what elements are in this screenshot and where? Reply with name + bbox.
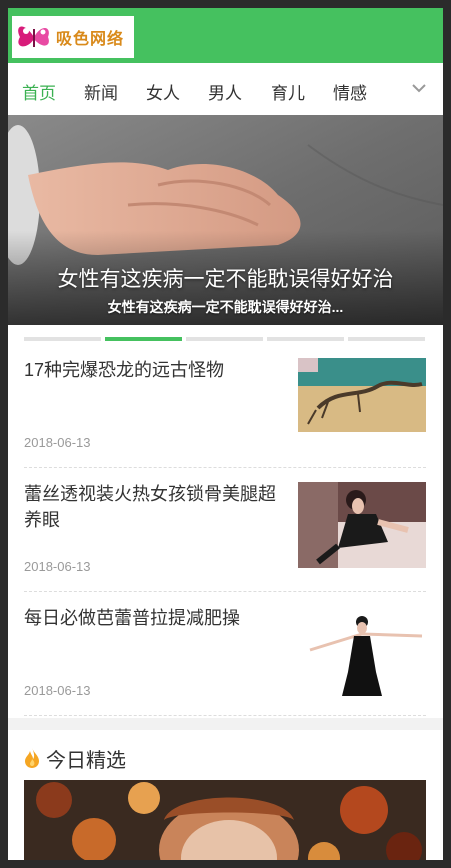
slide-dot[interactable] bbox=[267, 337, 344, 341]
slide-dot[interactable] bbox=[348, 337, 425, 341]
flame-icon bbox=[25, 748, 39, 768]
nav-item-emotion[interactable]: 情感 bbox=[333, 79, 367, 104]
hero-subtitle: 女性有这疾病一定不能耽误得好好治... bbox=[107, 299, 344, 315]
article-thumbnail[interactable] bbox=[298, 606, 426, 698]
butterfly-icon bbox=[18, 26, 49, 47]
article-title[interactable]: 17种完爆恐龙的远古怪物 bbox=[24, 357, 286, 383]
article-date: 2018-06-13 bbox=[24, 435, 91, 450]
article-date: 2018-06-13 bbox=[24, 683, 91, 698]
slide-dot[interactable] bbox=[186, 337, 263, 341]
article-title[interactable]: 每日必做芭蕾普拉提减肥操 bbox=[24, 605, 286, 631]
article-title[interactable]: 蕾丝透视装火热女孩锁骨美腿超养眼 bbox=[24, 481, 286, 533]
category-nav: 首页 新闻 女人 男人 育儿 情感 bbox=[8, 63, 443, 116]
section-divider bbox=[8, 718, 443, 730]
nav-item-women[interactable]: 女人 bbox=[146, 79, 180, 104]
hero-title: 女性有这疾病一定不能耽误得好好治 bbox=[57, 268, 394, 291]
logo-text: 吸色网络 bbox=[56, 29, 125, 48]
app-screen: 吸色网络 首页 新闻 女人 男人 育儿 情感 女性有这疾病一定不能耽误得好好治 … bbox=[8, 8, 443, 860]
article-thumbnail[interactable] bbox=[298, 482, 426, 568]
hero-image bbox=[8, 115, 443, 325]
featured-header: 今日精选 bbox=[24, 744, 126, 772]
slide-indicators bbox=[24, 337, 427, 342]
nav-item-parenting[interactable]: 育儿 bbox=[271, 79, 305, 104]
slide-dot[interactable] bbox=[24, 337, 101, 341]
top-header: 吸色网络 bbox=[8, 8, 443, 63]
nav-item-home[interactable]: 首页 bbox=[22, 79, 56, 104]
chevron-down-icon[interactable] bbox=[411, 80, 427, 96]
hero-banner[interactable]: 女性有这疾病一定不能耽误得好好治 女性有这疾病一定不能耽误得好好治... bbox=[8, 115, 443, 325]
nav-item-news[interactable]: 新闻 bbox=[84, 79, 118, 104]
slide-dot-active[interactable] bbox=[105, 337, 182, 341]
article-date: 2018-06-13 bbox=[24, 559, 91, 574]
article-thumbnail[interactable] bbox=[298, 358, 426, 432]
featured-title: 今日精选 bbox=[46, 749, 126, 772]
featured-image[interactable] bbox=[24, 780, 426, 860]
article-item[interactable]: 17种完爆恐龙的远古怪物 2018-06-13 bbox=[24, 343, 426, 468]
article-item[interactable]: 每日必做芭蕾普拉提减肥操 2018-06-13 bbox=[24, 591, 426, 716]
site-logo[interactable]: 吸色网络 bbox=[12, 16, 134, 58]
article-item[interactable]: 蕾丝透视装火热女孩锁骨美腿超养眼 2018-06-13 bbox=[24, 467, 426, 592]
nav-item-men[interactable]: 男人 bbox=[208, 79, 242, 104]
